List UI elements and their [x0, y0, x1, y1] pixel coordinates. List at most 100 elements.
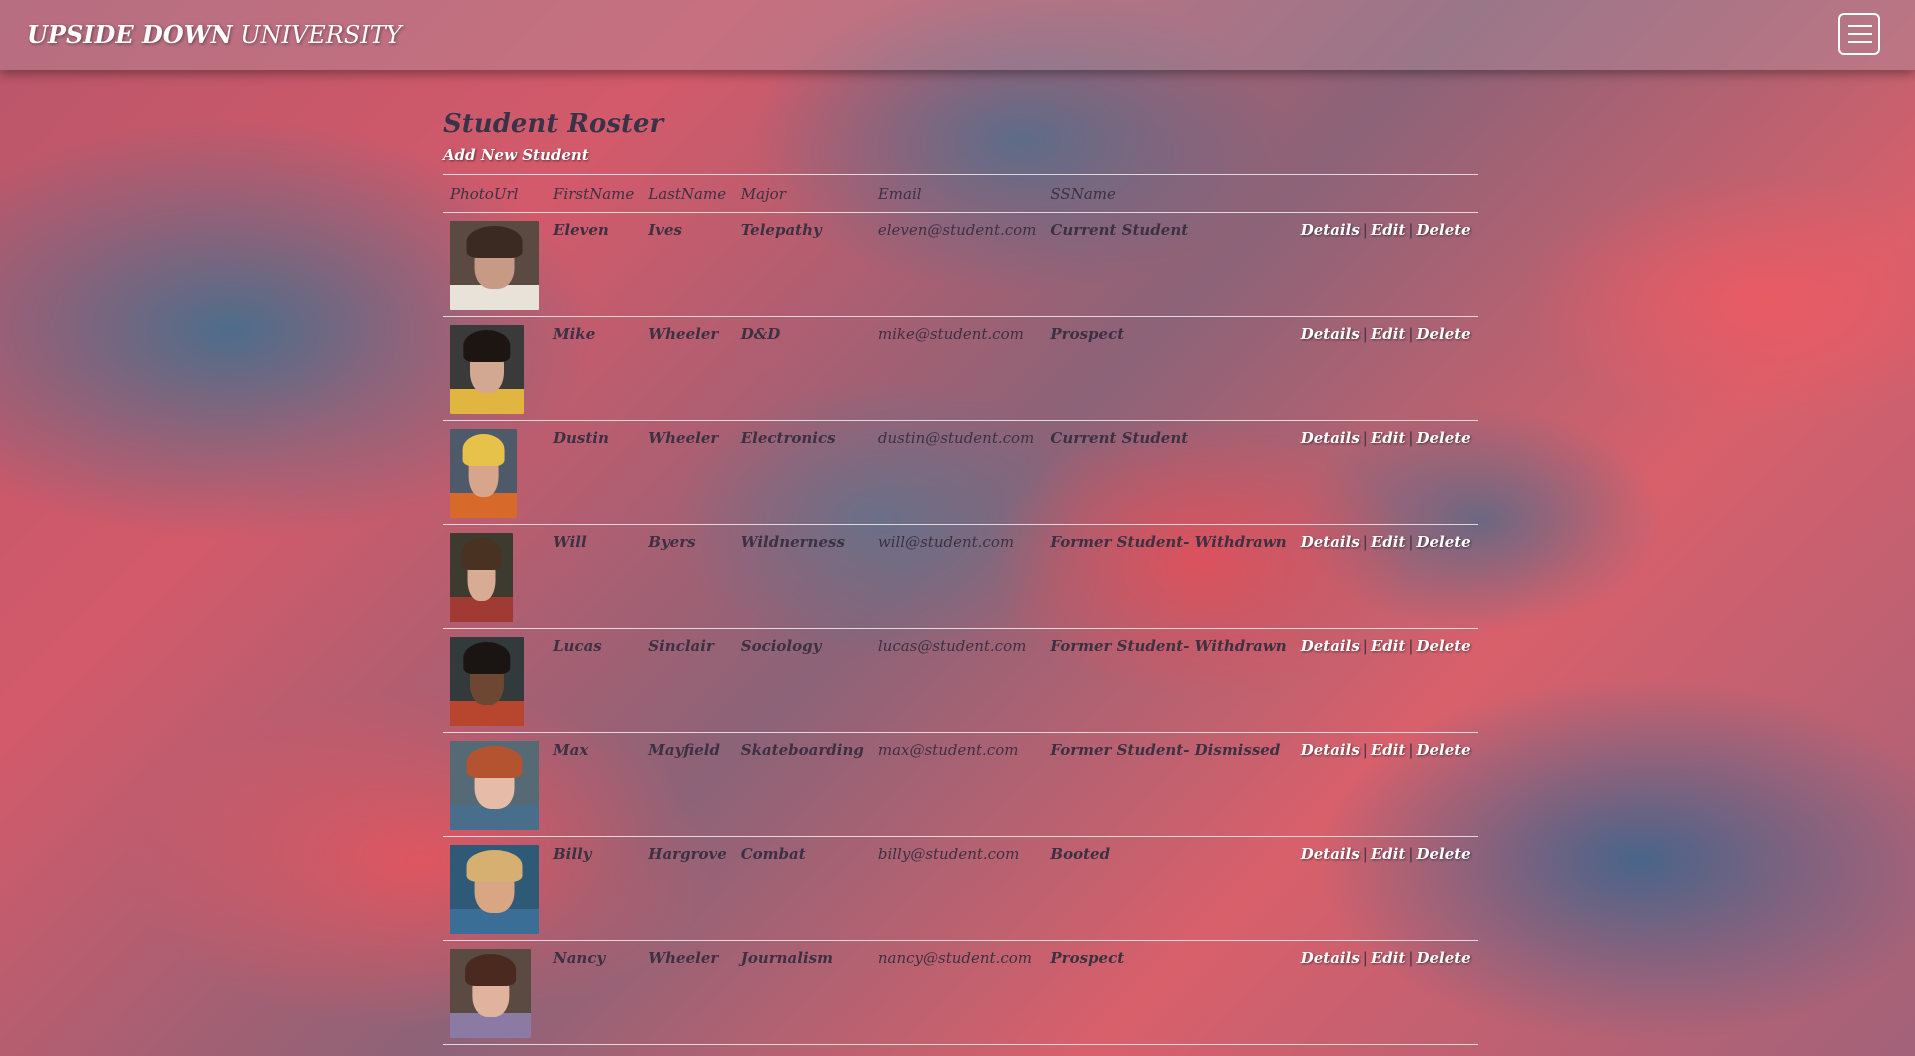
details-link[interactable]: Details	[1301, 429, 1360, 447]
student-status: Former Student- Withdrawn	[1043, 524, 1294, 629]
student-photo-cell	[443, 316, 546, 421]
student-photo	[450, 845, 539, 934]
student-status: Current Student	[1043, 420, 1294, 525]
column-header-firstname: FirstName	[546, 174, 642, 213]
table-row: Dustin Wheeler Electronics dustin@studen…	[443, 420, 1478, 525]
student-first-name: Eleven	[546, 212, 642, 317]
edit-link[interactable]: Edit	[1371, 325, 1406, 343]
page-title: Student Roster	[443, 109, 664, 139]
action-separator: |	[1362, 221, 1368, 239]
table-header-row: PhotoUrl FirstName LastName Major Email …	[443, 174, 1478, 213]
details-link[interactable]: Details	[1301, 637, 1360, 655]
column-header-major: Major	[733, 174, 871, 213]
action-separator: |	[1362, 429, 1368, 447]
student-major: Wildnerness	[733, 524, 871, 629]
brand-bold-text: UPSIDE DOWN	[27, 20, 233, 49]
row-actions: Details | Edit | Delete	[1293, 732, 1478, 837]
column-header-email: Email	[870, 174, 1044, 213]
student-status: Booted	[1043, 836, 1294, 941]
delete-link[interactable]: Delete	[1416, 845, 1470, 863]
action-separator: |	[1362, 949, 1368, 967]
details-link[interactable]: Details	[1301, 949, 1360, 967]
row-actions: Details | Edit | Delete	[1293, 940, 1478, 1045]
brand-logo[interactable]: UPSIDE DOWN UNIVERSITY	[27, 20, 402, 49]
student-last-name: Sinclair	[641, 628, 734, 733]
action-separator: |	[1362, 845, 1368, 863]
delete-link[interactable]: Delete	[1416, 533, 1470, 551]
student-email: eleven@student.com	[870, 212, 1044, 317]
student-last-name: Wheeler	[641, 940, 734, 1045]
delete-link[interactable]: Delete	[1416, 221, 1470, 239]
delete-link[interactable]: Delete	[1416, 325, 1470, 343]
menu-toggle-button[interactable]	[1838, 13, 1880, 55]
action-separator: |	[1362, 533, 1368, 551]
student-first-name: Max	[546, 732, 642, 837]
row-actions: Details | Edit | Delete	[1293, 316, 1478, 421]
action-separator: |	[1408, 949, 1414, 967]
student-email: lucas@student.com	[870, 628, 1044, 733]
edit-link[interactable]: Edit	[1371, 741, 1406, 759]
brand-light-text: UNIVERSITY	[240, 21, 402, 49]
student-photo-cell	[443, 420, 546, 525]
student-major: Journalism	[733, 940, 871, 1045]
student-major: Combat	[733, 836, 871, 941]
delete-link[interactable]: Delete	[1416, 637, 1470, 655]
details-link[interactable]: Details	[1301, 533, 1360, 551]
row-actions: Details | Edit | Delete	[1293, 836, 1478, 941]
delete-link[interactable]: Delete	[1416, 429, 1470, 447]
edit-link[interactable]: Edit	[1371, 533, 1406, 551]
student-last-name: Mayfield	[641, 732, 734, 837]
student-photo-cell	[443, 940, 546, 1045]
student-first-name: Billy	[546, 836, 642, 941]
top-navbar: UPSIDE DOWN UNIVERSITY	[0, 0, 1915, 70]
edit-link[interactable]: Edit	[1371, 637, 1406, 655]
student-email: dustin@student.com	[870, 420, 1044, 525]
details-link[interactable]: Details	[1301, 741, 1360, 759]
student-last-name: Byers	[641, 524, 734, 629]
student-status: Former Student- Withdrawn	[1043, 628, 1294, 733]
delete-link[interactable]: Delete	[1416, 949, 1470, 967]
student-photo	[450, 741, 539, 830]
student-status: Former Student- Dismissed	[1043, 732, 1294, 837]
student-last-name: Ives	[641, 212, 734, 317]
details-link[interactable]: Details	[1301, 221, 1360, 239]
student-last-name: Wheeler	[641, 316, 734, 421]
table-row: Lucas Sinclair Sociology lucas@student.c…	[443, 628, 1478, 733]
student-last-name: Hargrove	[641, 836, 734, 941]
student-last-name: Wheeler	[641, 420, 734, 525]
edit-link[interactable]: Edit	[1371, 221, 1406, 239]
student-major: Telepathy	[733, 212, 871, 317]
table-row: Eleven Ives Telepathy eleven@student.com…	[443, 212, 1478, 317]
edit-link[interactable]: Edit	[1371, 429, 1406, 447]
student-photo	[450, 429, 517, 518]
action-separator: |	[1408, 429, 1414, 447]
student-first-name: Nancy	[546, 940, 642, 1045]
delete-link[interactable]: Delete	[1416, 741, 1470, 759]
details-link[interactable]: Details	[1301, 325, 1360, 343]
edit-link[interactable]: Edit	[1371, 949, 1406, 967]
student-status: Prospect	[1043, 316, 1294, 421]
student-photo-cell	[443, 212, 546, 317]
action-separator: |	[1408, 637, 1414, 655]
main-content: Student Roster Add New Student PhotoUrl …	[443, 104, 1478, 1045]
add-new-student-link[interactable]: Add New Student	[443, 146, 589, 164]
student-photo	[450, 533, 513, 622]
column-header-lastname: LastName	[641, 174, 734, 213]
student-photo-cell	[443, 628, 546, 733]
edit-link[interactable]: Edit	[1371, 845, 1406, 863]
table-row: Mike Wheeler D&D mike@student.com Prospe…	[443, 316, 1478, 421]
student-major: Electronics	[733, 420, 871, 525]
student-status: Current Student	[1043, 212, 1294, 317]
table-row: Max Mayfield Skateboarding max@student.c…	[443, 732, 1478, 837]
action-separator: |	[1408, 325, 1414, 343]
details-link[interactable]: Details	[1301, 845, 1360, 863]
action-separator: |	[1408, 741, 1414, 759]
student-photo	[450, 637, 524, 726]
student-major: D&D	[733, 316, 871, 421]
student-first-name: Will	[546, 524, 642, 629]
student-email: mike@student.com	[870, 316, 1044, 421]
row-actions: Details | Edit | Delete	[1293, 420, 1478, 525]
student-photo-cell	[443, 836, 546, 941]
row-actions: Details | Edit | Delete	[1293, 212, 1478, 317]
column-header-actions	[1293, 174, 1478, 213]
